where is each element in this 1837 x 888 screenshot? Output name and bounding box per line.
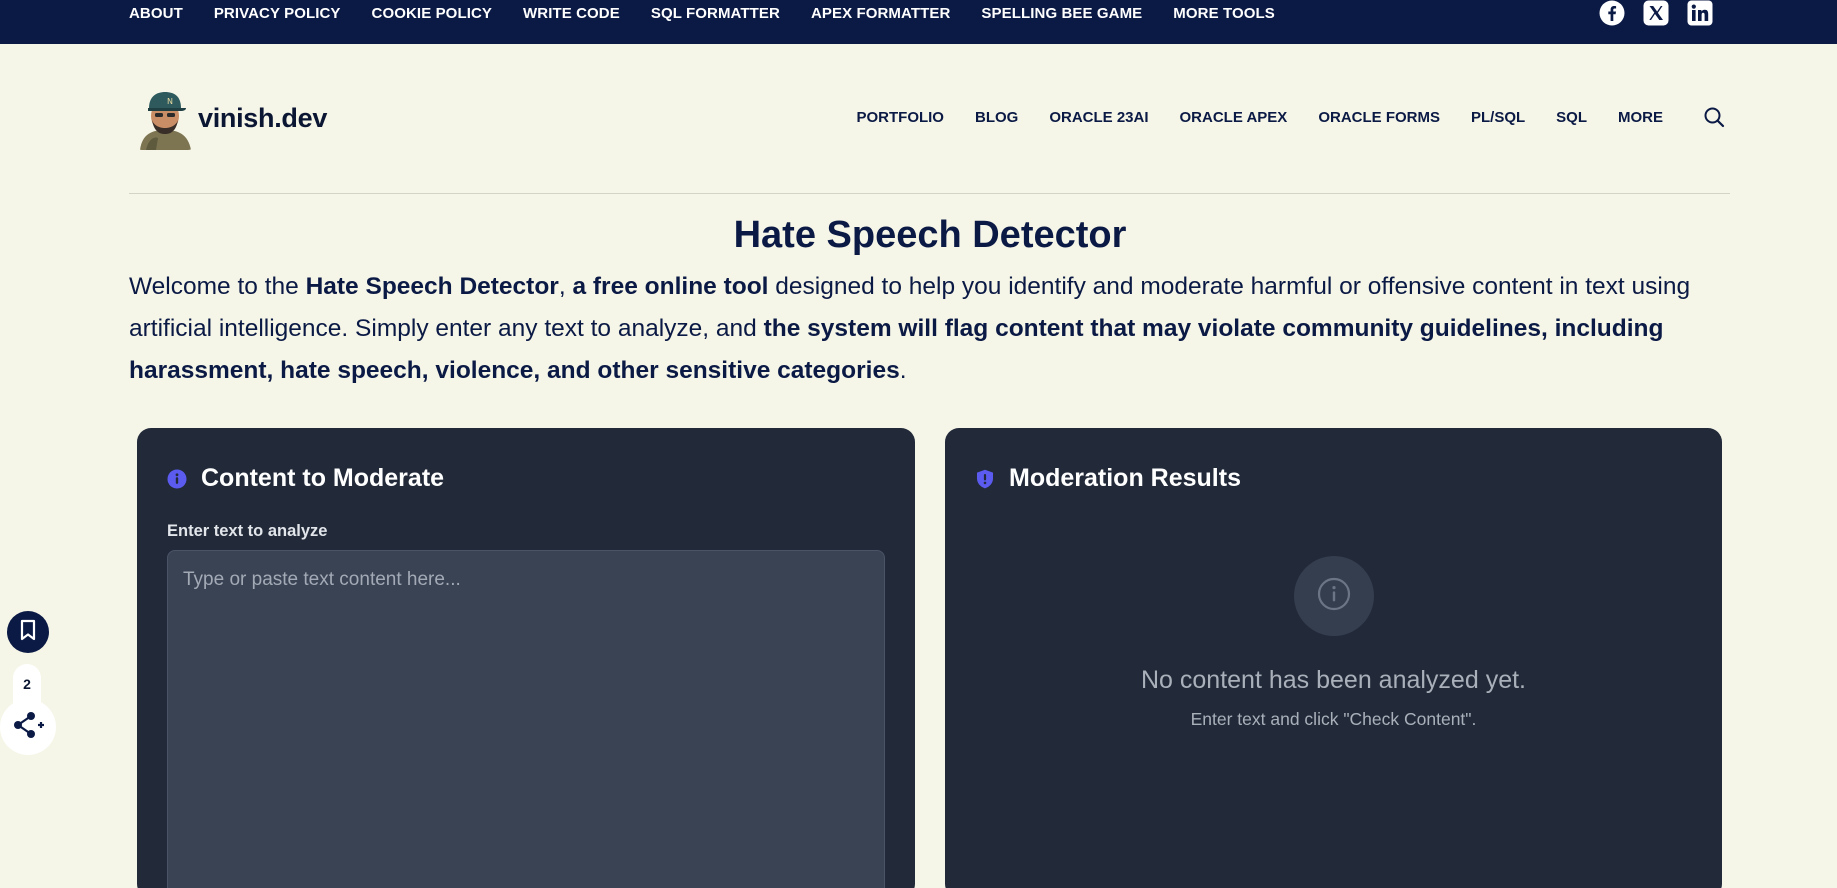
nav-portfolio[interactable]: PORTFOLIO (856, 109, 944, 126)
site-header: N vinish.dev PORTFOLIO BLOG ORACLE 23AI … (0, 44, 1837, 194)
nav-oracle-forms[interactable]: ORACLE FORMS (1318, 109, 1440, 126)
shield-alert-icon (975, 469, 995, 489)
x-icon[interactable] (1643, 0, 1669, 26)
share-count: 2 (13, 664, 41, 704)
nav-more[interactable]: MORE (1618, 109, 1663, 126)
top-nav: ABOUT PRIVACY POLICY COOKIE POLICY WRITE… (129, 0, 1306, 26)
text-input-label: Enter text to analyze (167, 522, 328, 540)
empty-state: No content has been analyzed yet. Enter … (945, 556, 1722, 730)
top-nav-more-tools[interactable]: MORE TOOLS (1173, 5, 1275, 22)
top-nav-privacy-policy[interactable]: PRIVACY POLICY (214, 5, 341, 22)
content-panel-header: Content to Moderate (167, 464, 444, 493)
results-panel: Moderation Results No content has been a… (945, 428, 1722, 888)
top-nav-cookie-policy[interactable]: COOKIE POLICY (372, 5, 492, 22)
avatar: N (136, 86, 194, 150)
intro-text-1: Welcome to the (129, 273, 306, 300)
info-icon (1317, 577, 1351, 616)
content-panel-title: Content to Moderate (201, 464, 445, 492)
brand-name: vinish.dev (198, 102, 328, 133)
content-panel: Content to Moderate Enter text to analyz… (137, 428, 915, 888)
top-nav-spelling-bee-game[interactable]: SPELLING BEE GAME (981, 5, 1142, 22)
main-nav: PORTFOLIO BLOG ORACLE 23AI ORACLE APEX O… (825, 106, 1725, 128)
intro-paragraph: Welcome to the Hate Speech Detector, a f… (129, 266, 1739, 392)
facebook-icon[interactable] (1599, 0, 1625, 26)
intro-text-4: . (899, 357, 907, 384)
info-circle-icon (167, 469, 187, 489)
svg-text:N: N (167, 97, 173, 106)
intro-bold-2: a free online tool (572, 273, 769, 300)
social-links (1599, 0, 1713, 26)
bookmark-button[interactable] (7, 611, 49, 653)
page-title: Hate Speech Detector (733, 214, 1127, 256)
top-bar: ABOUT PRIVACY POLICY COOKIE POLICY WRITE… (0, 0, 1837, 44)
top-nav-about[interactable]: ABOUT (129, 5, 183, 22)
nav-oracle-23ai[interactable]: ORACLE 23AI (1049, 109, 1148, 126)
nav-blog[interactable]: BLOG (975, 109, 1018, 126)
empty-state-title: No content has been analyzed yet. (1141, 666, 1526, 694)
nav-plsql[interactable]: PL/SQL (1471, 109, 1525, 126)
share-icon (11, 710, 45, 745)
header-divider (129, 193, 1730, 194)
results-panel-title: Moderation Results (1009, 464, 1241, 492)
bookmark-icon (19, 619, 37, 646)
results-panel-header: Moderation Results (975, 464, 1241, 493)
content-textarea[interactable] (167, 550, 885, 888)
top-nav-write-code[interactable]: WRITE CODE (523, 5, 620, 22)
nav-sql[interactable]: SQL (1556, 109, 1587, 126)
linkedin-icon[interactable] (1687, 0, 1713, 26)
nav-oracle-apex[interactable]: ORACLE APEX (1180, 109, 1288, 126)
search-icon[interactable] (1703, 106, 1725, 128)
intro-text-2: , (558, 273, 573, 300)
intro-bold-1: Hate Speech Detector (305, 273, 559, 300)
empty-state-badge (1293, 556, 1374, 636)
top-nav-sql-formatter[interactable]: SQL FORMATTER (651, 5, 780, 22)
top-nav-apex-formatter[interactable]: APEX FORMATTER (811, 5, 950, 22)
empty-state-subtitle: Enter text and click "Check Content". (1190, 709, 1477, 729)
site-logo[interactable]: N vinish.dev (136, 86, 327, 150)
share-button[interactable] (0, 699, 56, 755)
